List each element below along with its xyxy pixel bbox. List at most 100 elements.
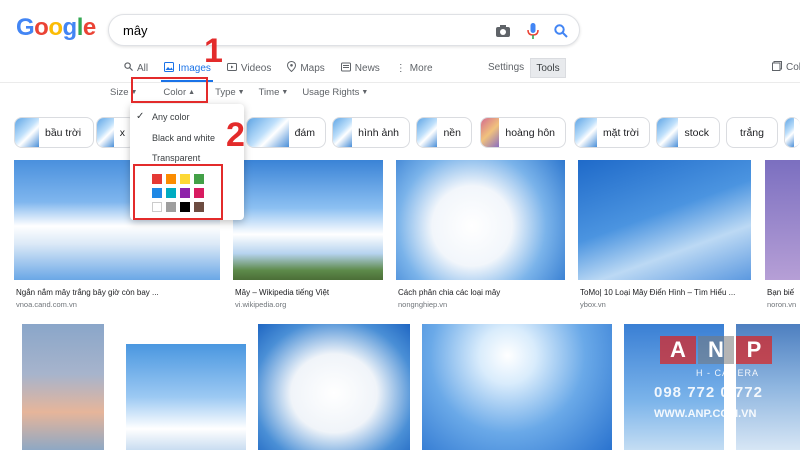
logo-letter: g: [62, 14, 78, 41]
chip-partial[interactable]: [784, 117, 800, 148]
annotation-number-2: 2: [226, 116, 245, 154]
chip-label: hình ảnh: [358, 126, 399, 139]
result-source: noron.vn: [767, 300, 797, 309]
search-icon: [124, 62, 133, 74]
chip-thumbnail: [247, 118, 289, 147]
chip-thumbnail: [481, 118, 500, 147]
logo-letter: o: [48, 14, 63, 41]
result-source: nongnghiep.vn: [398, 300, 448, 309]
chip-label: trắng: [740, 126, 764, 139]
tab-label: All: [137, 62, 149, 74]
chip-bau-troi[interactable]: bầu trời: [14, 117, 94, 148]
tab-label: Videos: [240, 62, 272, 74]
anp-watermark: A N P H - CAMERA 098 772 0 772 WWW.ANP.C…: [654, 336, 794, 436]
result-caption[interactable]: Ngắn nắm mây trắng bây giờ còn bay ...: [16, 288, 216, 297]
settings-link[interactable]: Settings: [488, 62, 524, 73]
chip-nen[interactable]: nền: [416, 117, 472, 148]
tab-maps[interactable]: Maps: [287, 60, 325, 76]
filter-label: Usage Rights: [302, 87, 360, 98]
logo-letter: e: [82, 14, 96, 41]
watermark-letter: P: [736, 336, 772, 364]
chip-label: nền: [443, 126, 461, 139]
result-caption[interactable]: ToMo| 10 Loại Mây Điển Hình – Tìm Hiểu .…: [580, 288, 748, 297]
watermark-subtitle: H - CAMERA: [696, 368, 760, 378]
chip-stock[interactable]: stock: [656, 117, 720, 148]
search-box[interactable]: [108, 14, 580, 46]
search-input[interactable]: [123, 23, 473, 38]
result-source: vi.wikipedia.org: [235, 300, 287, 309]
chip-mat-troi[interactable]: mặt trời: [574, 117, 650, 148]
tools-button[interactable]: Tools: [530, 58, 566, 78]
result-image[interactable]: [126, 344, 246, 450]
chip-label: hoàng hôn: [505, 126, 555, 139]
chip-thumbnail: [575, 118, 597, 147]
chip-label: đám: [294, 126, 315, 139]
filter-time[interactable]: Time ▼: [259, 87, 289, 98]
annotation-number-1: 1: [204, 32, 223, 70]
chip-thumbnail: [333, 118, 353, 147]
search-icon[interactable]: [551, 21, 571, 41]
camera-icon[interactable]: [493, 21, 513, 41]
chip-thumbnail: [15, 118, 39, 147]
watermark-phone: 098 772 0 772: [654, 384, 763, 401]
chip-label: stock: [684, 126, 709, 139]
result-image[interactable]: [233, 160, 383, 280]
filter-label: Size: [110, 87, 129, 98]
chip-thumbnail: [417, 118, 438, 147]
result-caption[interactable]: Cách phân chia các loại mây: [398, 288, 563, 297]
chip-hinh-anh[interactable]: hình ảnh: [332, 117, 410, 148]
tab-label: Maps: [300, 62, 325, 74]
tab-all[interactable]: All: [124, 60, 148, 76]
result-image[interactable]: [22, 324, 104, 450]
highlight-box-2: [133, 164, 223, 220]
menu-item-any-color[interactable]: Any color: [152, 112, 190, 122]
collections-label: Col: [786, 62, 800, 73]
logo-letter: o: [34, 14, 49, 41]
chip-trang[interactable]: trắng: [726, 117, 778, 148]
collections-icon: [772, 61, 782, 74]
video-icon: [226, 62, 237, 75]
google-logo[interactable]: Google: [16, 14, 96, 42]
tab-label: News: [354, 62, 380, 74]
tab-videos[interactable]: Videos: [226, 60, 272, 76]
result-image[interactable]: [258, 324, 410, 450]
more-icon: ⋮: [395, 62, 406, 74]
caret-down-icon: ▼: [237, 89, 245, 96]
filter-type[interactable]: Type ▼: [215, 87, 245, 98]
image-icon: [164, 61, 175, 75]
result-source: vnoa.cand.com.vn: [16, 300, 77, 309]
tab-more[interactable]: ⋮ More: [396, 60, 433, 76]
result-image[interactable]: [422, 324, 612, 450]
chip-thumbnail: [785, 118, 794, 147]
result-image[interactable]: [578, 160, 751, 280]
filter-usage-rights[interactable]: Usage Rights ▼: [302, 87, 368, 98]
collections-link[interactable]: Col: [772, 61, 800, 74]
caret-down-icon: ▼: [281, 89, 289, 96]
chip-label: mặt trời: [602, 126, 639, 139]
menu-item-transparent[interactable]: Transparent: [152, 153, 200, 163]
watermark-website: WWW.ANP.COM.VN: [654, 408, 757, 420]
watermark-letter: N: [698, 336, 734, 364]
result-image[interactable]: [765, 160, 800, 280]
filter-label: Type: [215, 87, 236, 98]
result-source: ybox.vn: [580, 300, 606, 309]
logo-letter: G: [16, 14, 35, 41]
chip-thumbnail: [657, 118, 679, 147]
chip-dam[interactable]: đám: [246, 117, 326, 148]
result-image[interactable]: [396, 160, 565, 280]
chip-hoang-hon[interactable]: hoàng hôn: [480, 117, 566, 148]
watermark-logo: A N P: [660, 336, 772, 364]
watermark-letter: A: [660, 336, 696, 364]
caret-down-icon: ▼: [361, 89, 369, 96]
result-caption[interactable]: Bạn biế: [767, 288, 800, 297]
result-caption[interactable]: Mây – Wikipedia tiếng Việt: [235, 288, 381, 297]
microphone-icon[interactable]: [523, 21, 543, 41]
tab-news[interactable]: News: [340, 60, 380, 76]
menu-item-black-white[interactable]: Black and white: [152, 133, 215, 143]
chip-label: bầu trời: [45, 126, 82, 139]
highlight-box-1: [131, 77, 208, 103]
header-divider: [0, 82, 800, 83]
tab-label: More: [409, 62, 433, 74]
checkmark-icon: ✓: [136, 111, 145, 122]
news-icon: [340, 62, 351, 75]
